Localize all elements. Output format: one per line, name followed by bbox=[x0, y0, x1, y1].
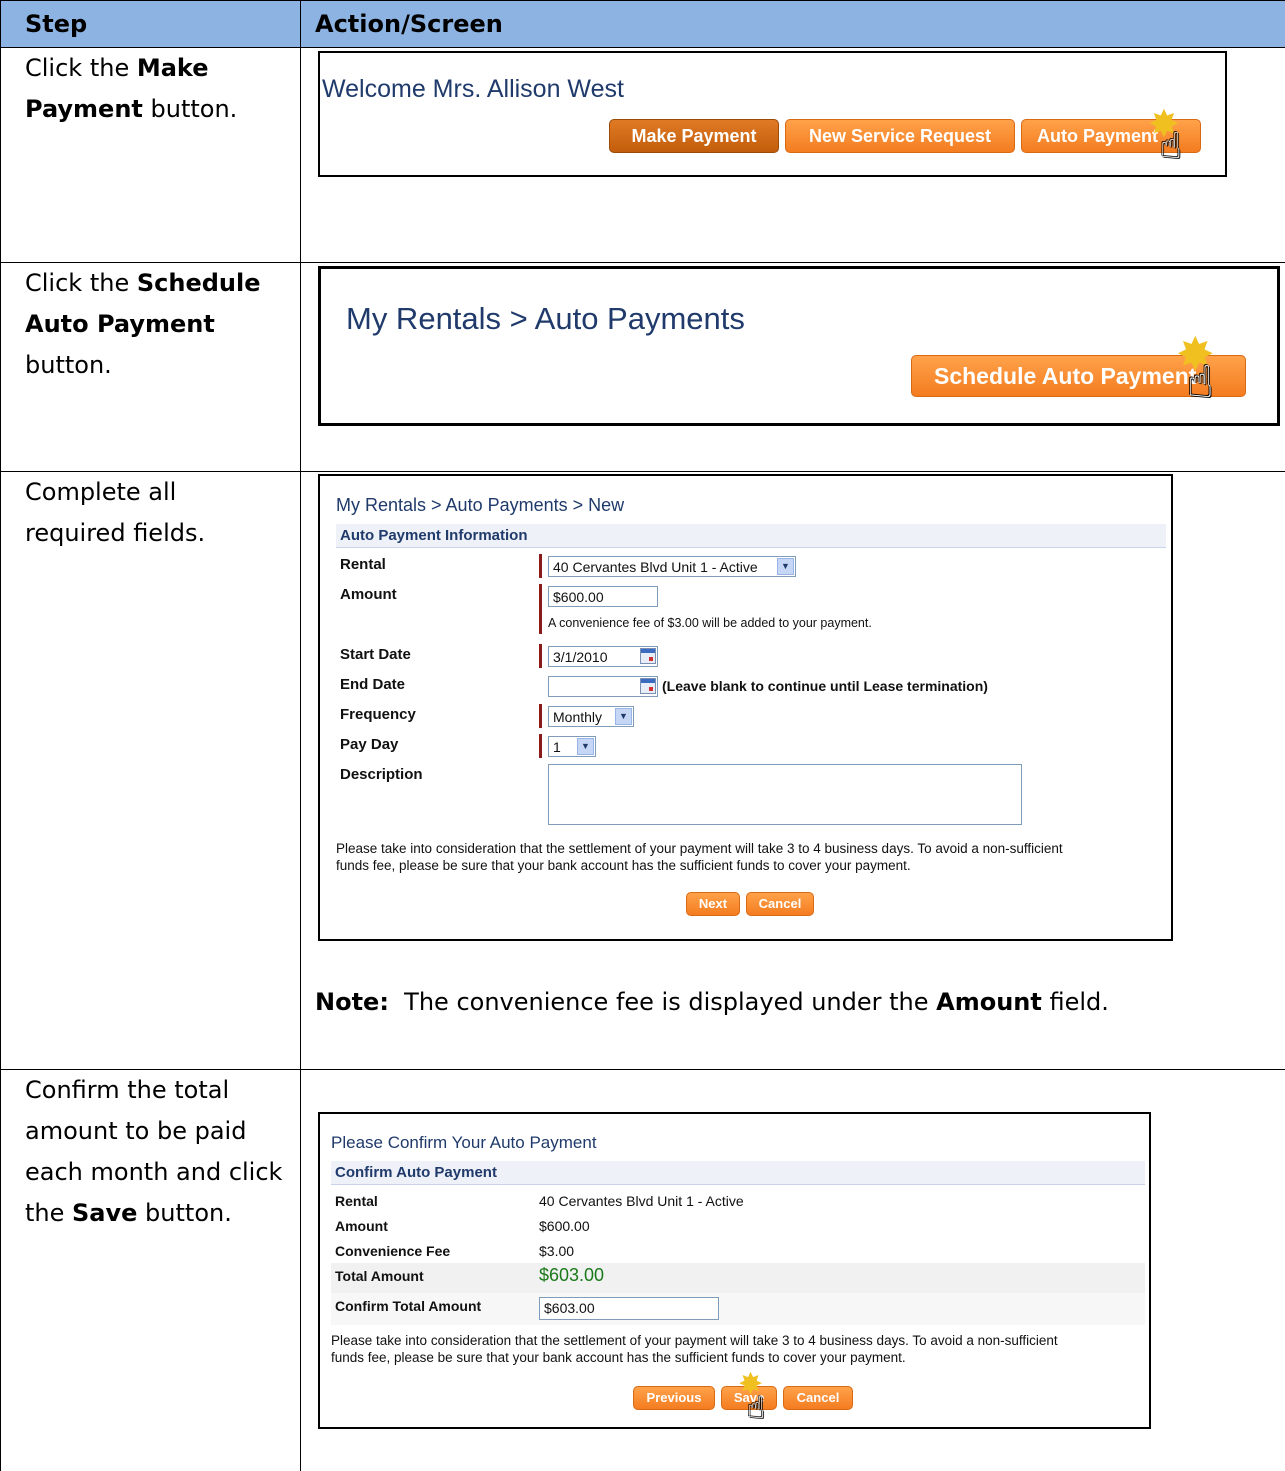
amount-value: $600.00 bbox=[539, 1218, 590, 1234]
confirm-total-input[interactable]: $603.00 bbox=[539, 1297, 719, 1320]
section-header: Confirm Auto Payment bbox=[331, 1161, 1145, 1185]
hand-pointer-icon: ☝ bbox=[747, 1391, 766, 1426]
step-4-text: Confirm the total amount to be paid each… bbox=[25, 1076, 283, 1227]
welcome-text: Welcome Mrs. Allison West bbox=[322, 75, 624, 103]
rental-label: Rental bbox=[335, 1193, 378, 1209]
confirm-total-label: Confirm Total Amount bbox=[335, 1298, 482, 1314]
total-amount-label: Total Amount bbox=[335, 1268, 424, 1284]
calendar-icon[interactable] bbox=[640, 678, 656, 694]
settlement-notice-line2: funds fee, please be sure that your bank… bbox=[331, 1350, 906, 1365]
amount-label: Amount bbox=[340, 586, 397, 603]
table-header bbox=[0, 0, 1285, 47]
convenience-fee-note: A convenience fee of $3.00 will be added… bbox=[548, 616, 872, 630]
required-marker bbox=[539, 554, 542, 578]
total-amount-value: $603.00 bbox=[539, 1265, 605, 1285]
required-marker bbox=[539, 734, 542, 758]
pay-day-select-value: 1 bbox=[553, 739, 561, 755]
new-service-request-button[interactable]: New Service Request bbox=[785, 119, 1015, 153]
rental-select-value: 40 Cervantes Blvd Unit 1 - Active bbox=[553, 559, 758, 575]
calendar-icon[interactable] bbox=[640, 648, 656, 664]
header-step: Step bbox=[25, 10, 88, 38]
make-payment-button[interactable]: Make Payment bbox=[609, 119, 779, 153]
hand-pointer-icon: ☝ bbox=[1160, 126, 1182, 167]
pay-day-label: Pay Day bbox=[340, 736, 399, 753]
page-title: My Rentals > Auto Payments bbox=[346, 301, 745, 336]
screenshot-confirm-auto-payment: Please Confirm Your Auto Payment Confirm… bbox=[318, 1112, 1151, 1429]
page-title: Please Confirm Your Auto Payment bbox=[331, 1133, 597, 1152]
rental-label: Rental bbox=[340, 556, 386, 573]
chevron-down-icon: ▼ bbox=[577, 738, 594, 755]
frequency-select-value: Monthly bbox=[553, 709, 603, 725]
section-header: Auto Payment Information bbox=[336, 524, 1166, 548]
page-title: My Rentals > Auto Payments > New bbox=[336, 495, 625, 515]
chevron-down-icon: ▼ bbox=[615, 708, 632, 725]
hand-pointer-icon: ☝ bbox=[1187, 357, 1214, 408]
settlement-notice-line1: Please take into consideration that the … bbox=[336, 841, 1063, 856]
cancel-button[interactable]: Cancel bbox=[746, 892, 814, 916]
settlement-notice: Please take into consideration that the … bbox=[336, 840, 1063, 874]
frequency-label: Frequency bbox=[340, 706, 416, 723]
note: Note: The convenience fee is displayed u… bbox=[315, 988, 1109, 1016]
header-action: Action/Screen bbox=[315, 10, 503, 38]
screenshot-welcome: Welcome Mrs. Allison West Make Payment N… bbox=[318, 51, 1227, 177]
amount-label: Amount bbox=[335, 1218, 388, 1234]
total-row bbox=[331, 1263, 1145, 1293]
cancel-button[interactable]: Cancel bbox=[783, 1386, 853, 1410]
rental-value: 40 Cervantes Blvd Unit 1 - Active bbox=[539, 1193, 744, 1209]
previous-button[interactable]: Previous bbox=[633, 1386, 715, 1410]
screenshot-auto-payments: My Rentals > Auto Payments Schedule Auto… bbox=[318, 266, 1280, 426]
table-border-top bbox=[0, 0, 1285, 1]
rental-select[interactable]: 40 Cervantes Blvd Unit 1 - Active ▼ bbox=[548, 556, 796, 577]
step-1-text: Click the Make Payment button. bbox=[25, 54, 238, 123]
description-textarea[interactable] bbox=[548, 764, 1022, 825]
end-date-hint: (Leave blank to continue until Lease ter… bbox=[662, 678, 988, 694]
screenshot-new-auto-payment: My Rentals > Auto Payments > New Auto Pa… bbox=[318, 474, 1173, 941]
step-2-text: Click the Schedule Auto Payment button. bbox=[25, 269, 261, 379]
start-date-label: Start Date bbox=[340, 646, 411, 663]
pay-day-select[interactable]: 1 ▼ bbox=[548, 736, 596, 757]
convenience-fee-value: $3.00 bbox=[539, 1243, 575, 1259]
amount-input[interactable]: $600.00 bbox=[548, 586, 658, 607]
end-date-label: End Date bbox=[340, 676, 406, 693]
settlement-notice-line2: funds fee, please be sure that your bank… bbox=[336, 858, 911, 873]
frequency-select[interactable]: Monthly ▼ bbox=[548, 706, 634, 727]
required-marker bbox=[539, 584, 542, 634]
settlement-notice-line1: Please take into consideration that the … bbox=[331, 1333, 1058, 1348]
next-button[interactable]: Next bbox=[686, 892, 740, 916]
required-marker bbox=[539, 704, 542, 728]
column-divider bbox=[0, 0, 1, 1471]
required-marker bbox=[539, 644, 542, 668]
step-3-text: Complete all required fields. bbox=[25, 478, 206, 547]
convenience-fee-label: Convenience Fee bbox=[335, 1243, 451, 1259]
column-divider bbox=[300, 0, 301, 1471]
chevron-down-icon: ▼ bbox=[777, 558, 794, 575]
settlement-notice: Please take into consideration that the … bbox=[331, 1332, 1058, 1366]
description-label: Description bbox=[340, 766, 423, 783]
